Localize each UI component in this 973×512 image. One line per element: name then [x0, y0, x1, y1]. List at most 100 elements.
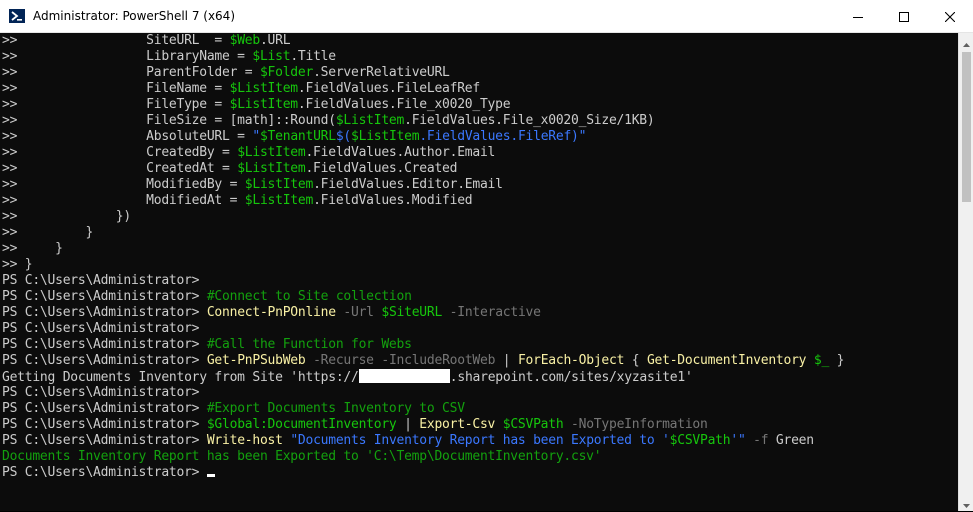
terminal-line: >> ParentFolder = $Folder.ServerRelative…: [2, 65, 844, 81]
token-text: >> }: [2, 225, 94, 240]
scroll-up-arrow-icon: [963, 32, 970, 51]
token-var: $CSVPath: [669, 433, 731, 448]
token-prompt: PS C:\Users\Administrator>: [2, 305, 207, 320]
token-text: >> }: [2, 257, 33, 272]
scrollbar-thumb[interactable]: [962, 52, 971, 202]
token-prompt: PS C:\Users\Administrator>: [2, 273, 200, 288]
scroll-down-arrow-icon: [963, 493, 970, 512]
token-text: .FieldValues.File_x0020_Type: [297, 97, 511, 112]
powershell-window: Administrator: PowerShell 7 (x64) >> Sit…: [0, 0, 973, 511]
token-var: $ListItem: [229, 81, 299, 96]
terminal-line: Getting Documents Inventory from Site 'h…: [2, 369, 844, 385]
terminal-line: PS C:\Users\Administrator> Write-host "D…: [2, 433, 844, 449]
scroll-up-button[interactable]: [959, 33, 973, 50]
token-text: >> CreatedBy =: [2, 145, 238, 160]
token-var: $List: [252, 49, 291, 64]
terminal-line: PS C:\Users\Administrator> $Global:Docum…: [2, 417, 844, 433]
token-param: -Interactive: [449, 305, 541, 320]
token-text: >> CreatedAt =: [2, 161, 238, 176]
terminal-line: >> CreatedBy = $ListItem.FieldValues.Aut…: [2, 145, 844, 161]
token-text: |: [495, 353, 518, 368]
terminal-line: PS C:\Users\Administrator> #Connect to S…: [2, 289, 844, 305]
token-param: -f: [753, 433, 769, 448]
terminal-line: PS C:\Users\Administrator> Get-PnPSubWeb…: [2, 353, 844, 369]
token-text: .URL: [259, 33, 291, 48]
token-comment: #Call the Function for Webs: [206, 337, 412, 352]
token-var: $_: [813, 353, 830, 368]
token-text: .FieldValues.Modified: [313, 193, 473, 208]
terminal-line: PS C:\Users\Administrator>: [2, 385, 844, 401]
terminal-line: >> CreatedAt = $ListItem.FieldValues.Cre…: [2, 161, 844, 177]
terminal-line: PS C:\Users\Administrator> #Export Docum…: [2, 401, 844, 417]
token-text: >> ParentFolder =: [2, 65, 260, 80]
token-str: $(: [335, 129, 352, 144]
token-text: >> LibraryName =: [2, 49, 253, 64]
maximize-icon: [899, 7, 909, 26]
token-cmd: Write-host: [206, 433, 283, 448]
terminal-line: Documents Inventory Report has been Expo…: [2, 449, 844, 465]
token-var: $Folder: [259, 65, 314, 80]
token-prompt: PS C:\Users\Administrator>: [2, 337, 207, 352]
maximize-button[interactable]: [881, 0, 927, 32]
terminal-output[interactable]: >> SiteURL = $Web.URL >> LibraryName = $L…: [0, 33, 958, 511]
token-str: "Documents Inventory Report has been Exp…: [290, 433, 670, 448]
text-cursor: [206, 474, 215, 477]
token-text: {: [624, 353, 647, 368]
token-text: .FieldValues.File_x0020_Size/1KB): [404, 113, 655, 128]
token-prompt: PS C:\Users\Administrator>: [2, 401, 207, 416]
terminal-line: >> }): [2, 209, 844, 225]
token-text: >> FileName =: [2, 81, 230, 96]
token-var: $Web: [229, 33, 261, 48]
terminal-line: PS C:\Users\Administrator> #Call the Fun…: [2, 337, 844, 353]
token-text: .FieldValues.Editor.Email: [313, 177, 503, 192]
terminal-line: >> LibraryName = $List.Title: [2, 49, 844, 65]
token-text: >> FileType =: [2, 97, 230, 112]
terminal-line: PS C:\Users\Administrator>: [2, 465, 844, 481]
terminal-line: >> FileSize = [math]::Round($ListItem.Fi…: [2, 113, 844, 129]
terminal-lines: >> SiteURL = $Web.URL >> LibraryName = $L…: [2, 33, 844, 481]
vertical-scrollbar[interactable]: [958, 33, 973, 511]
token-param: -Recurse: [313, 353, 374, 368]
token-text: }: [829, 353, 845, 368]
token-prompt: PS C:\Users\Administrator>: [2, 417, 207, 432]
token-str: ": [252, 129, 260, 144]
token-comment: #Export Documents Inventory to CSV: [206, 401, 465, 416]
token-str: '": [730, 433, 746, 448]
redacted-block: [358, 369, 450, 383]
powershell-icon: [9, 8, 25, 24]
token-out: Getting Documents Inventory from Site 'h…: [2, 370, 359, 385]
token-text: >> AbsoluteURL =: [2, 129, 253, 144]
token-text: >> ModifiedBy =: [2, 177, 245, 192]
token-text: .ServerRelativeURL: [313, 65, 450, 80]
terminal-line: PS C:\Users\Administrator> Connect-PnPOn…: [2, 305, 844, 321]
terminal-line: >> }: [2, 257, 844, 273]
token-var: $ListItem: [351, 129, 420, 144]
terminal-line: >> ModifiedBy = $ListItem.FieldValues.Ed…: [2, 177, 844, 193]
token-text: .FieldValues.Author.Email: [305, 145, 496, 160]
terminal-line: >> FileType = $ListItem.FieldValues.File…: [2, 97, 844, 113]
token-var: $ListItem: [335, 113, 405, 128]
token-cmd: Export-Csv: [419, 417, 496, 432]
token-cmd: Get-DocumentInventory: [646, 353, 807, 368]
token-text: .Title: [290, 49, 336, 64]
terminal-line: >> SiteURL = $Web.URL: [2, 33, 844, 49]
title-bar[interactable]: Administrator: PowerShell 7 (x64): [0, 0, 973, 33]
token-cmd: Get-PnPSubWeb: [206, 353, 306, 368]
minimize-button[interactable]: [835, 0, 881, 32]
token-out: .sharepoint.com/sites/xyzasite1': [449, 370, 693, 385]
terminal-line: >> FileName = $ListItem.FieldValues.File…: [2, 81, 844, 97]
token-comment: #Connect to Site collection: [206, 289, 412, 304]
scroll-down-button[interactable]: [959, 494, 973, 511]
close-button[interactable]: [927, 0, 973, 32]
token-param: -IncludeRootWeb: [381, 353, 496, 368]
terminal-line: >> ModifiedAt = $ListItem.FieldValues.Mo…: [2, 193, 844, 209]
token-text: >> FileSize = [math]::Round(: [2, 113, 336, 128]
token-param: -NoTypeInformation: [571, 417, 708, 432]
close-icon: [944, 7, 956, 26]
terminal-line: PS C:\Users\Administrator>: [2, 321, 844, 337]
token-text: .FieldValues.Created: [305, 161, 458, 176]
